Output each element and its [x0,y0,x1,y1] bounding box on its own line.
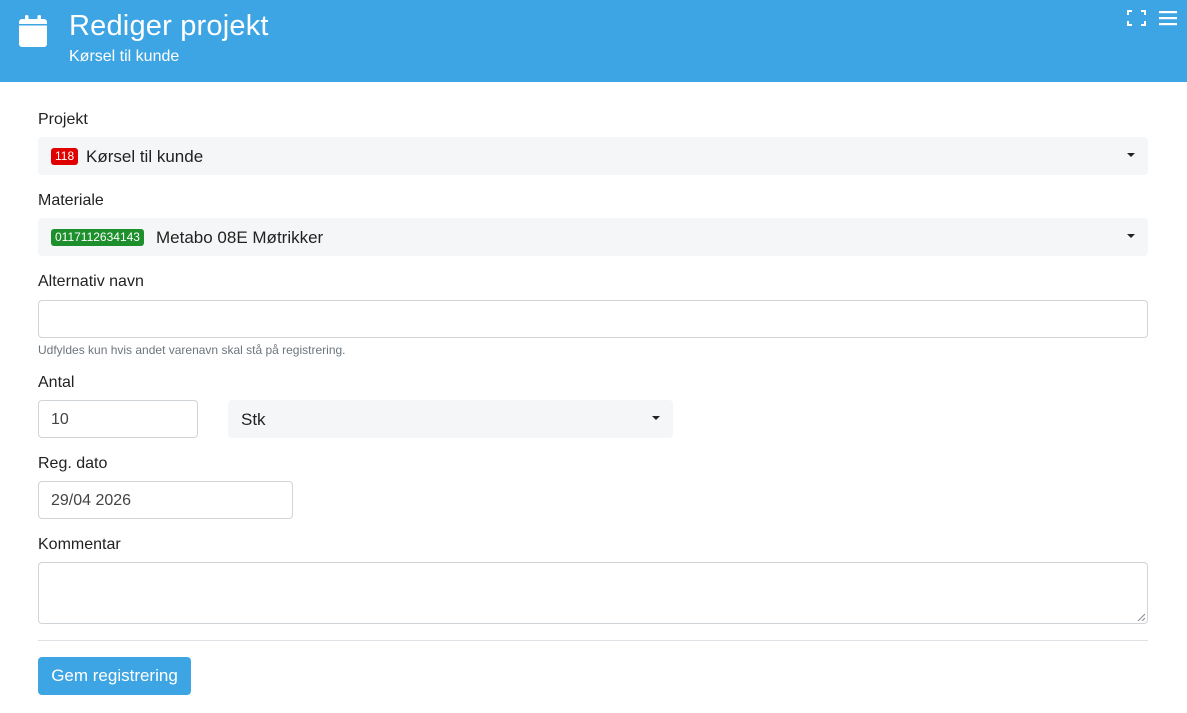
calendar-icon [19,15,47,47]
projekt-value: Kørsel til kunde [86,147,204,166]
materiale-id-badge: 0117112634143 [51,229,144,246]
unit-value: Stk [241,410,266,429]
divider [38,640,1148,641]
materiale-select[interactable]: 0117112634143 Metabo 08E Møtrikker [38,218,1148,256]
chevron-down-icon [1127,153,1135,157]
reg-dato-label: Reg. dato [38,455,108,472]
kommentar-label: Kommentar [38,536,121,553]
chevron-down-icon [1127,234,1135,238]
unit-select[interactable]: Stk [228,400,673,438]
alternativ-navn-input[interactable] [38,300,1148,338]
materiale-label: Materiale [38,192,104,209]
projekt-select[interactable]: 118 Kørsel til kunde [38,137,1148,175]
chevron-down-icon [652,416,660,420]
reg-dato-value: 29/04 2026 [51,492,132,509]
alternativ-navn-label: Alternativ navn [38,273,144,290]
antal-value: 10 [51,411,69,428]
alternativ-navn-help: Udfyldes kun hvis andet varenavn skal st… [38,343,346,357]
antal-label: Antal [38,374,75,391]
page-header: Rediger projekt Kørsel til kunde [0,0,1187,82]
menu-icon[interactable] [1159,10,1177,26]
projekt-label: Projekt [38,111,88,128]
reg-dato-input[interactable]: 29/04 2026 [38,481,293,519]
page-subtitle: Kørsel til kunde [69,48,180,65]
antal-input[interactable]: 10 [38,400,198,438]
materiale-value: Metabo 08E Møtrikker [156,228,324,247]
expand-icon[interactable] [1127,10,1146,26]
resize-handle-icon[interactable] [1137,613,1145,621]
kommentar-textarea[interactable] [38,562,1148,624]
page-title: Rediger projekt [69,10,269,42]
save-button[interactable]: Gem registrering [38,657,191,695]
projekt-id-badge: 118 [51,148,79,165]
